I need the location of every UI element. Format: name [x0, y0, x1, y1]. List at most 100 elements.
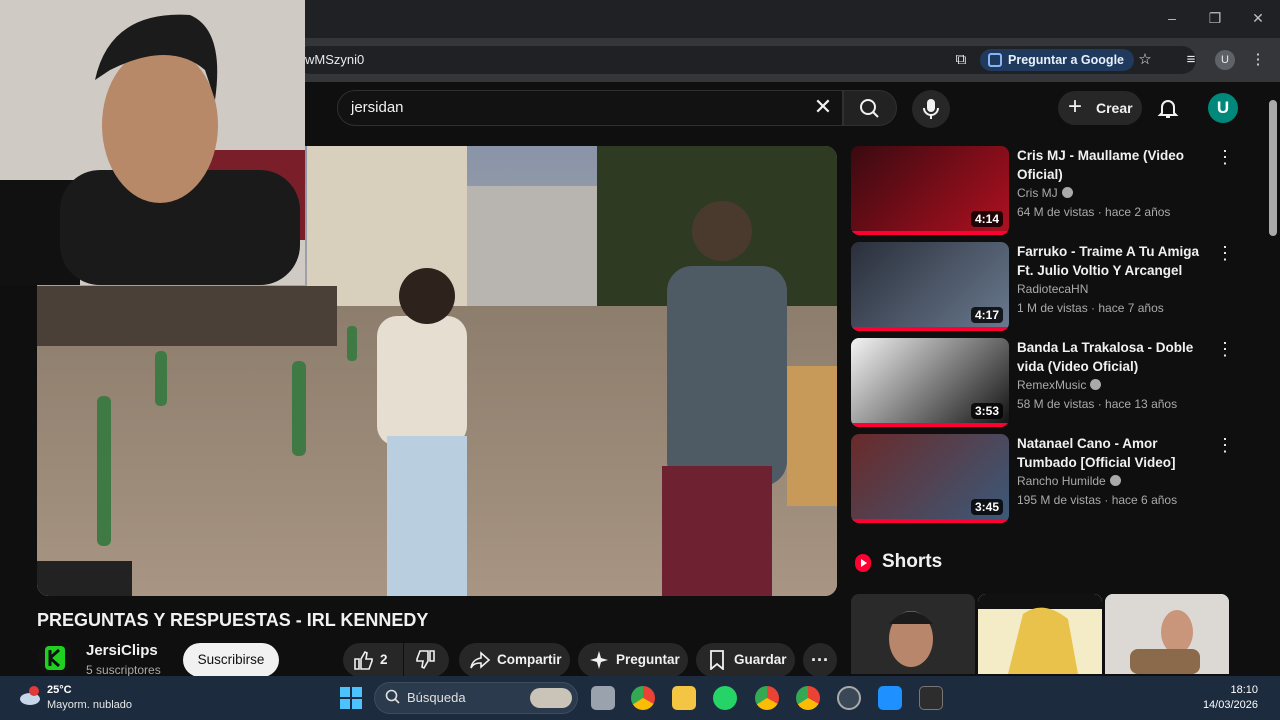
like-button[interactable]: 2	[343, 643, 403, 677]
share-icon	[470, 651, 491, 669]
short-thumbnail[interactable]	[1105, 594, 1229, 674]
related-channel-name: Rancho Humilde	[1017, 474, 1106, 488]
related-video-stats: 58 M de vistas · hace 13 años	[1017, 397, 1178, 411]
webcam-overlay	[0, 0, 305, 285]
thumbs-up-icon	[354, 650, 373, 670]
more-actions-button[interactable]: ···	[803, 643, 837, 677]
browser-menu-icon[interactable]: ⋮	[1248, 50, 1268, 70]
obs-icon[interactable]	[837, 686, 861, 710]
subscribe-button[interactable]: Suscribirse	[183, 643, 279, 677]
related-video-thumbnail[interactable]: 4:17	[851, 242, 1009, 331]
sparkle-icon	[590, 651, 608, 669]
chrome-icon[interactable]	[631, 686, 655, 710]
media-control-icon[interactable]: ≡	[1181, 50, 1201, 70]
dislike-button[interactable]	[404, 643, 449, 677]
watch-progress-bar	[851, 231, 1009, 235]
channel-logo-icon	[45, 646, 65, 670]
search-input[interactable]	[337, 90, 843, 126]
plus-icon: +	[1068, 93, 1083, 120]
short-thumbnail[interactable]	[978, 594, 1102, 674]
related-video-stats: 64 M de vistas · hace 2 años	[1017, 205, 1171, 219]
share-label: Compartir	[497, 652, 562, 667]
app-icon[interactable]	[878, 686, 902, 710]
related-video-channel[interactable]: Cris MJ	[1017, 184, 1073, 202]
save-button[interactable]: Guardar	[696, 643, 795, 677]
related-video-channel[interactable]: RemexMusic	[1017, 376, 1102, 394]
short-thumbnail-image	[1105, 594, 1229, 674]
account-avatar[interactable]: U	[1208, 93, 1238, 123]
search-button[interactable]	[843, 90, 897, 126]
short-thumbnail[interactable]	[851, 594, 975, 674]
chrome-profile-icon[interactable]	[796, 686, 820, 710]
video-duration: 3:53	[970, 403, 1003, 419]
more-options-icon[interactable]: ⋮	[1216, 436, 1234, 454]
search-highlight-icon[interactable]	[530, 688, 572, 708]
file-explorer-icon[interactable]	[672, 686, 696, 710]
browser-profile-avatar[interactable]: U	[1215, 50, 1235, 70]
related-video-channel[interactable]: RadiotecaHN	[1017, 280, 1088, 298]
bookmark-icon	[710, 650, 724, 670]
windows-start-icon[interactable]	[339, 686, 363, 710]
url-text: wMSzyni0	[305, 52, 365, 67]
install-app-icon[interactable]: ⧉	[951, 50, 971, 70]
scrollbar-thumb[interactable]	[1269, 100, 1277, 236]
related-video-stats: 195 M de vistas · hace 6 años	[1017, 493, 1178, 507]
related-video-thumbnail[interactable]: 4:14	[851, 146, 1009, 235]
related-video-stats: 1 M de vistas · hace 7 años	[1017, 301, 1164, 315]
clear-search-icon[interactable]: ✕	[810, 94, 836, 120]
ask-label: Preguntar	[616, 652, 680, 667]
voice-search-button[interactable]	[912, 90, 950, 128]
related-video-title[interactable]: Natanael Cano - Amor Tumbado [Official V…	[1017, 434, 1209, 472]
ask-google-label: Preguntar a Google	[1008, 53, 1124, 67]
share-button[interactable]: Compartir	[459, 643, 570, 677]
clock-date[interactable]: 14/03/2026	[1198, 699, 1258, 711]
verified-badge-icon	[1090, 379, 1102, 390]
shorts-heading: Shorts	[882, 551, 943, 572]
bookmark-star-icon[interactable]: ☆	[1135, 50, 1155, 70]
channel-avatar[interactable]	[37, 640, 73, 676]
related-video-thumbnail[interactable]: 3:45	[851, 434, 1009, 523]
related-video-title[interactable]: Farruko - Traime A Tu Amiga Ft. Julio Vo…	[1017, 242, 1209, 280]
subscriber-count: 5 suscriptores	[86, 663, 161, 677]
task-view-icon[interactable]	[591, 686, 615, 710]
related-video-thumbnail[interactable]: 3:53	[851, 338, 1009, 427]
lens-icon	[988, 53, 1002, 67]
maximize-button[interactable]: ❐	[1205, 10, 1225, 28]
weather-icon[interactable]	[18, 686, 42, 705]
terminal-icon[interactable]	[919, 686, 943, 710]
more-options-icon[interactable]: ⋮	[1216, 148, 1234, 166]
related-channel-name: RemexMusic	[1017, 378, 1087, 392]
like-count: 2	[380, 652, 388, 667]
watch-progress-bar	[851, 327, 1009, 331]
streamer-webcam-image	[0, 0, 305, 285]
verified-badge-icon	[1061, 187, 1073, 198]
minimize-button[interactable]: –	[1162, 10, 1182, 28]
short-thumbnail-image	[978, 594, 1102, 674]
search-icon	[860, 99, 879, 118]
ask-button[interactable]: Preguntar	[578, 643, 688, 677]
whatsapp-icon[interactable]	[713, 686, 737, 710]
weather-temperature[interactable]: 25°C	[47, 684, 72, 696]
channel-name[interactable]: JersiClips	[86, 642, 158, 659]
ask-google-button[interactable]: Preguntar a Google	[980, 49, 1134, 71]
chrome-profile-icon[interactable]	[755, 686, 779, 710]
related-channel-name: Cris MJ	[1017, 186, 1058, 200]
microphone-icon	[923, 99, 939, 119]
short-thumbnail-image	[851, 594, 975, 674]
search-query-text: jersidan	[351, 99, 404, 116]
close-window-button[interactable]: ✕	[1248, 10, 1268, 28]
more-options-icon[interactable]: ⋮	[1216, 340, 1234, 358]
save-label: Guardar	[734, 652, 787, 667]
video-title: PREGUNTAS Y RESPUESTAS - IRL KENNEDY	[37, 610, 429, 630]
clock-time[interactable]: 18:10	[1230, 684, 1258, 696]
related-video-title[interactable]: Banda La Trakalosa - Doble vida (Video O…	[1017, 338, 1209, 376]
taskbar-search-icon	[385, 689, 401, 705]
related-video-channel[interactable]: Rancho Humilde	[1017, 472, 1121, 490]
more-options-icon[interactable]: ⋮	[1216, 244, 1234, 262]
related-channel-name: RadiotecaHN	[1017, 282, 1089, 296]
related-video-title[interactable]: Cris MJ - Maullame (Video Oficial)	[1017, 146, 1209, 184]
create-label: Crear	[1096, 100, 1133, 116]
weather-description[interactable]: Mayorm. nublado	[47, 699, 132, 711]
verified-badge-icon	[1109, 475, 1121, 486]
notifications-bell-icon[interactable]	[1156, 96, 1180, 120]
